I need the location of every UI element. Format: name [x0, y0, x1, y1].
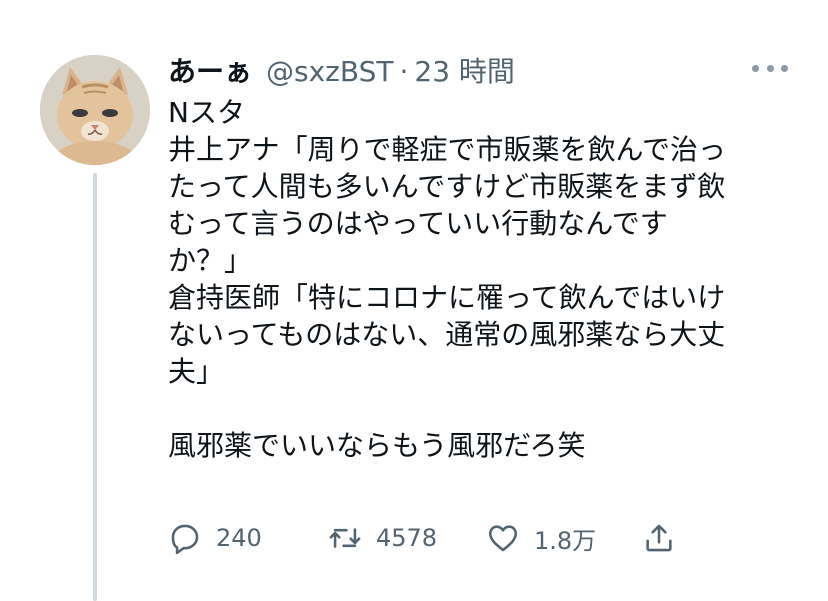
like-count: 1.8万 [534, 526, 597, 555]
tweet-line: 倉持医師「特にコロナに罹って飲んではいけ [168, 281, 726, 314]
retweet-count: 4578 [376, 524, 438, 552]
tweet-line: 風邪薬でいいならもう風邪だろ笑 [168, 429, 586, 462]
kitten-avatar-image [40, 55, 150, 165]
heart-icon [488, 525, 518, 552]
user-handle[interactable]: @sxzBST [266, 55, 393, 88]
tweet-line: むって言うのはやっていい行動なんです [168, 207, 668, 240]
reply-button[interactable]: 240 [168, 518, 262, 558]
tweet-line: か？」 [168, 244, 253, 277]
thread-line [93, 173, 97, 601]
header-separator: · [399, 55, 409, 88]
share-button[interactable] [642, 518, 676, 558]
tweet-actions: 240 4578 1.8万 [168, 518, 688, 558]
more-dot [781, 64, 788, 72]
tweet-text: Nスタ 井上アナ「周りで軽症で市販薬を飲んで治っ たって人間も多いんですけど市販… [168, 94, 768, 464]
retweet-button[interactable]: 4578 [328, 518, 437, 558]
tweet-line: 井上アナ「周りで軽症で市販薬を飲んで治っ [168, 133, 727, 166]
tweet-line: たって人間も多いんですけど市販薬をまず飲 [168, 170, 726, 203]
retweet-icon [329, 528, 361, 548]
like-button[interactable]: 1.8万 [486, 518, 596, 558]
tweet-line: Nスタ [168, 96, 245, 129]
tweet-timestamp[interactable]: 23 時間 [414, 50, 515, 90]
display-name[interactable]: あーぁ [168, 50, 252, 90]
more-options-icon[interactable] [752, 56, 788, 80]
avatar[interactable] [40, 55, 150, 165]
reply-count: 240 [216, 524, 262, 552]
tweet-line: 夫」 [168, 355, 225, 388]
more-dot [766, 64, 774, 72]
reply-icon [171, 524, 199, 555]
tweet-header: あーぁ @sxzBST · 23 時間 [168, 50, 515, 90]
tweet-line-blank: ​ [168, 390, 768, 427]
share-icon [646, 524, 672, 552]
tweet-line: ないってものはない、通常の風邪薬なら大丈 [168, 318, 726, 351]
more-dot [752, 64, 759, 72]
